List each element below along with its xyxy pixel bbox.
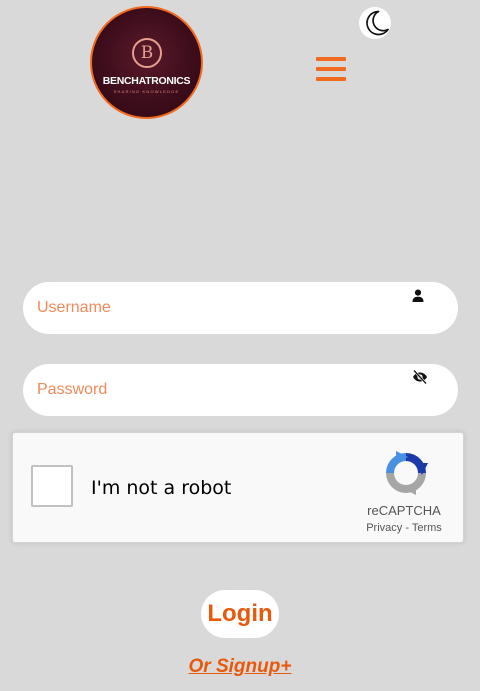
recaptcha-label: I'm not a robot: [91, 477, 232, 499]
link-separator: -: [405, 522, 409, 534]
username-field[interactable]: [23, 282, 458, 334]
recaptcha-widget: I'm not a robot reCAPTCHA Privacy - Term…: [12, 432, 464, 543]
username-input[interactable]: [37, 282, 397, 334]
logo-name: BENCHATRONICS: [102, 75, 191, 87]
eye-off-icon[interactable]: [412, 369, 428, 385]
recaptcha-checkbox[interactable]: [31, 465, 73, 507]
theme-toggle-button[interactable]: [359, 7, 391, 39]
signup-link[interactable]: Or Signup+: [0, 656, 480, 678]
site-logo[interactable]: B BENCHATRONICS SHARING KNOWLEDGE: [90, 6, 203, 119]
terms-link[interactable]: Terms: [412, 522, 442, 534]
privacy-link[interactable]: Privacy: [366, 522, 402, 534]
recaptcha-logo-icon: [386, 451, 428, 495]
recaptcha-links: Privacy - Terms: [353, 522, 455, 534]
moon-icon: [366, 10, 389, 36]
menu-button[interactable]: [316, 57, 346, 85]
hamburger-icon: [316, 57, 346, 81]
person-icon: [412, 289, 424, 302]
logo-tagline: SHARING KNOWLEDGE: [113, 89, 180, 94]
login-button[interactable]: Login: [201, 590, 279, 638]
password-field[interactable]: [23, 364, 458, 416]
recaptcha-brand: reCAPTCHA: [367, 503, 441, 518]
password-input[interactable]: [37, 364, 397, 416]
logo-mark: B: [132, 38, 162, 68]
